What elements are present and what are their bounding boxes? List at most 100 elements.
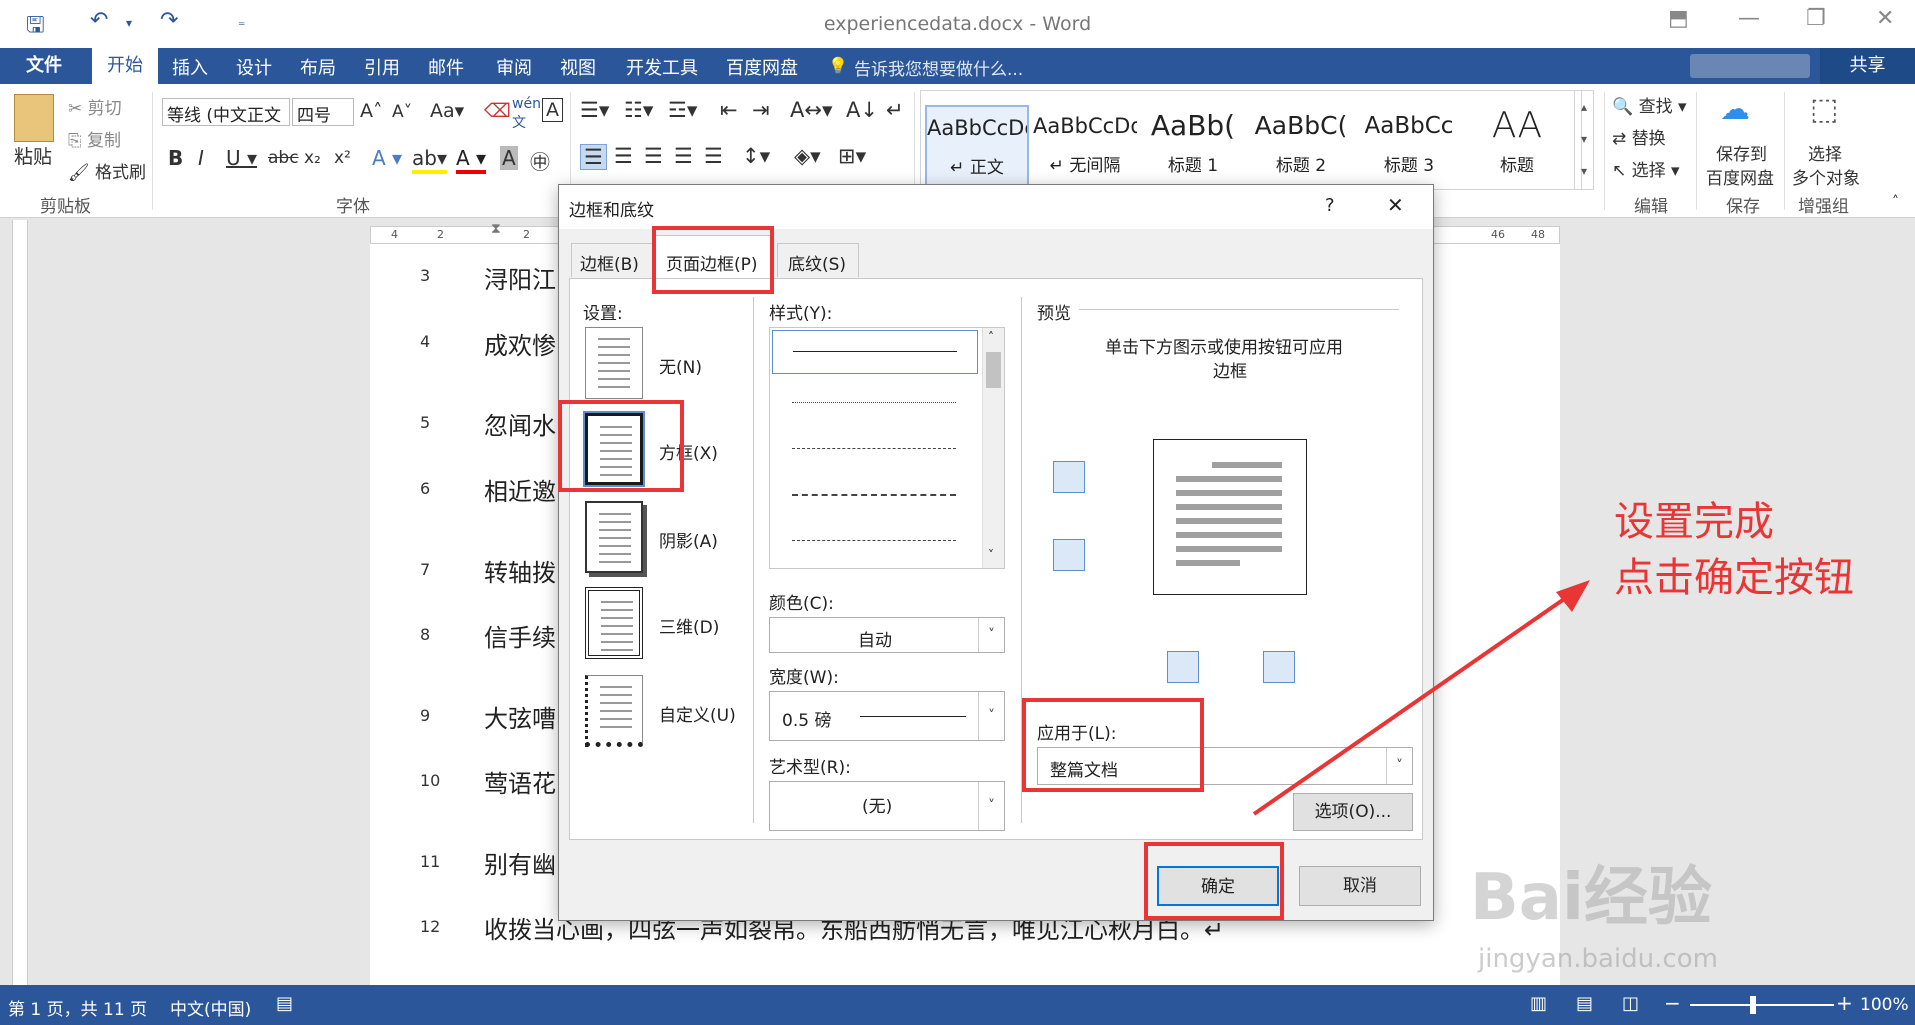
align-left-icon[interactable]: ☰ bbox=[580, 144, 607, 170]
phonetic-guide-icon[interactable]: wén 文 bbox=[512, 96, 541, 132]
setting-3d-label[interactable]: 三维(D) bbox=[659, 613, 719, 638]
subscript-icon[interactable]: x₂ bbox=[304, 148, 321, 168]
vertical-ruler[interactable] bbox=[4, 220, 34, 985]
setting-custom-thumb[interactable] bbox=[585, 675, 643, 747]
style-no-spacing[interactable]: AaBbCcDd ↵ 无间隔 bbox=[1033, 105, 1137, 189]
save-baidu-label1[interactable]: 保存到 bbox=[1716, 140, 1767, 165]
tab-design[interactable]: 设计 bbox=[236, 54, 272, 80]
help-button[interactable]: ? bbox=[1325, 195, 1335, 216]
select-button[interactable]: ↖ 选择 ▾ bbox=[1612, 156, 1680, 181]
ribbon-display-icon[interactable]: ⬒ bbox=[1668, 6, 1689, 31]
language-status[interactable]: 中文(中国) bbox=[170, 995, 251, 1020]
bullets-icon[interactable]: ☰▾ bbox=[580, 98, 609, 122]
read-mode-icon[interactable]: ▥ bbox=[1530, 993, 1547, 1014]
chevron-down-icon[interactable]: ˅ bbox=[978, 782, 1004, 830]
line-text[interactable]: 转轴拨 bbox=[484, 553, 556, 588]
numbering-icon[interactable]: ☷▾ bbox=[624, 98, 653, 122]
tab-layout[interactable]: 布局 bbox=[300, 54, 336, 80]
chevron-down-icon[interactable]: ˅ bbox=[978, 692, 1004, 740]
share-button[interactable]: 共享 bbox=[1820, 48, 1915, 84]
distributed-icon[interactable]: ☰ bbox=[704, 144, 723, 168]
macro-record-icon[interactable]: ▤ bbox=[276, 993, 293, 1014]
select-objects-icon[interactable]: ⬚ bbox=[1810, 92, 1838, 127]
grow-font-icon[interactable]: A˄ bbox=[360, 100, 383, 122]
style-heading-1[interactable]: AaBb(标题 1 bbox=[1141, 105, 1245, 189]
bold-icon[interactable]: B bbox=[168, 146, 183, 170]
tab-file[interactable]: 文件 bbox=[0, 48, 88, 84]
tab-mailings[interactable]: 邮件 bbox=[428, 54, 464, 80]
show-marks-icon[interactable]: ↵ bbox=[886, 98, 904, 122]
scroll-thumb[interactable] bbox=[986, 352, 1001, 388]
page-count[interactable]: 第 1 页，共 11 页 bbox=[8, 995, 147, 1020]
top-border-button[interactable] bbox=[1053, 461, 1085, 493]
style-heading-2[interactable]: AaBbC(标题 2 bbox=[1249, 105, 1353, 189]
line-style-selected[interactable] bbox=[772, 330, 978, 374]
replace-button[interactable]: ⇄ 替换 bbox=[1612, 124, 1666, 149]
line-style-dash-dot[interactable] bbox=[792, 540, 956, 541]
tab-baidu-netdisk[interactable]: 百度网盘 bbox=[726, 54, 798, 80]
tab-home[interactable]: 开始 bbox=[92, 48, 158, 84]
change-case-icon[interactable]: Aa▾ bbox=[430, 100, 464, 122]
strikethrough-icon[interactable]: abc bbox=[268, 148, 299, 168]
zoom-level[interactable]: 100% bbox=[1860, 995, 1909, 1015]
minimize-icon[interactable]: — bbox=[1738, 6, 1760, 31]
font-color-icon[interactable]: A ▾ bbox=[456, 146, 487, 174]
save-baidu-label2[interactable]: 百度网盘 bbox=[1706, 164, 1774, 189]
font-size-combo[interactable]: 四号 bbox=[292, 98, 354, 126]
align-right-icon[interactable]: ☰ bbox=[644, 144, 663, 168]
format-painter-button[interactable]: 🖌 格式刷 bbox=[68, 158, 146, 183]
left-border-button[interactable] bbox=[1167, 651, 1199, 683]
restore-icon[interactable]: ❐ bbox=[1806, 6, 1826, 31]
indent-marker-icon[interactable]: ⧗ bbox=[491, 221, 501, 237]
cut-button[interactable]: ✂ 剪切 bbox=[68, 94, 122, 119]
zoom-slider[interactable] bbox=[1690, 1004, 1834, 1006]
line-style-dashed-small[interactable] bbox=[792, 448, 956, 449]
zoom-in-icon[interactable]: + bbox=[1836, 991, 1853, 1015]
find-button[interactable]: 🔍 查找 ▾ bbox=[1612, 92, 1687, 117]
line-text[interactable]: 浔阳江 bbox=[484, 260, 556, 295]
chevron-down-icon[interactable]: ˅ bbox=[978, 618, 1004, 652]
art-dropdown[interactable]: (无) ˅ bbox=[769, 781, 1005, 831]
setting-custom-label[interactable]: 自定义(U) bbox=[659, 701, 736, 726]
align-center-icon[interactable]: ☰ bbox=[614, 144, 633, 168]
paste-icon[interactable] bbox=[14, 94, 54, 142]
scroll-up-icon[interactable]: ˄ bbox=[988, 330, 994, 344]
line-text[interactable]: 忽闻水 bbox=[484, 406, 556, 441]
increase-indent-icon[interactable]: ⇥ bbox=[752, 98, 770, 122]
tab-developer[interactable]: 开发工具 bbox=[626, 54, 698, 80]
line-text[interactable]: 别有幽 bbox=[484, 845, 556, 880]
zoom-slider-thumb[interactable] bbox=[1750, 996, 1756, 1014]
line-style-dashed[interactable] bbox=[792, 494, 956, 496]
copy-button[interactable]: ⎘ 复制 bbox=[68, 126, 121, 151]
style-title[interactable]: AA 标题 bbox=[1465, 105, 1569, 189]
tab-shading[interactable]: 底纹(S) bbox=[777, 243, 859, 277]
enclose-char-icon[interactable]: ㊥ bbox=[530, 146, 550, 175]
text-effects-icon[interactable]: A ▾ bbox=[372, 146, 402, 170]
select-objects-label1[interactable]: 选择 bbox=[1808, 140, 1842, 165]
font-name-combo[interactable]: 等线 (中文正文 bbox=[162, 98, 290, 126]
text-direction-icon[interactable]: A↔▾ bbox=[790, 98, 833, 122]
multilevel-list-icon[interactable]: ☲▾ bbox=[668, 98, 697, 122]
select-objects-label2[interactable]: 多个对象 bbox=[1792, 164, 1860, 189]
tab-references[interactable]: 引用 bbox=[364, 54, 400, 80]
shading-icon[interactable]: ◈▾ bbox=[794, 144, 821, 168]
line-spacing-icon[interactable]: ↕▾ bbox=[742, 144, 770, 168]
line-text[interactable]: 成欢惨 bbox=[484, 326, 556, 361]
superscript-icon[interactable]: x² bbox=[334, 148, 351, 168]
setting-shadow-thumb[interactable] bbox=[585, 501, 643, 573]
shrink-font-icon[interactable]: A˅ bbox=[392, 102, 412, 122]
highlight-icon[interactable]: ab▾ bbox=[412, 146, 447, 174]
color-dropdown[interactable]: 自动 ˅ bbox=[769, 617, 1005, 653]
style-list-scrollbar[interactable]: ˄ ˅ bbox=[982, 328, 1004, 568]
tab-view[interactable]: 视图 bbox=[560, 54, 596, 80]
cancel-button[interactable]: 取消 bbox=[1299, 866, 1421, 906]
close-icon[interactable]: ✕ bbox=[1876, 6, 1894, 31]
borders-icon[interactable]: ⊞▾ bbox=[838, 144, 866, 168]
sort-icon[interactable]: A↓ bbox=[846, 98, 878, 122]
tab-review[interactable]: 审阅 bbox=[496, 54, 532, 80]
decrease-indent-icon[interactable]: ⇤ bbox=[720, 98, 738, 122]
line-text[interactable]: 莺语花 bbox=[484, 764, 556, 799]
line-text[interactable]: 相近邀 bbox=[484, 472, 556, 507]
dialog-close-button[interactable]: ✕ bbox=[1387, 193, 1404, 217]
setting-none-label[interactable]: 无(N) bbox=[659, 353, 702, 378]
